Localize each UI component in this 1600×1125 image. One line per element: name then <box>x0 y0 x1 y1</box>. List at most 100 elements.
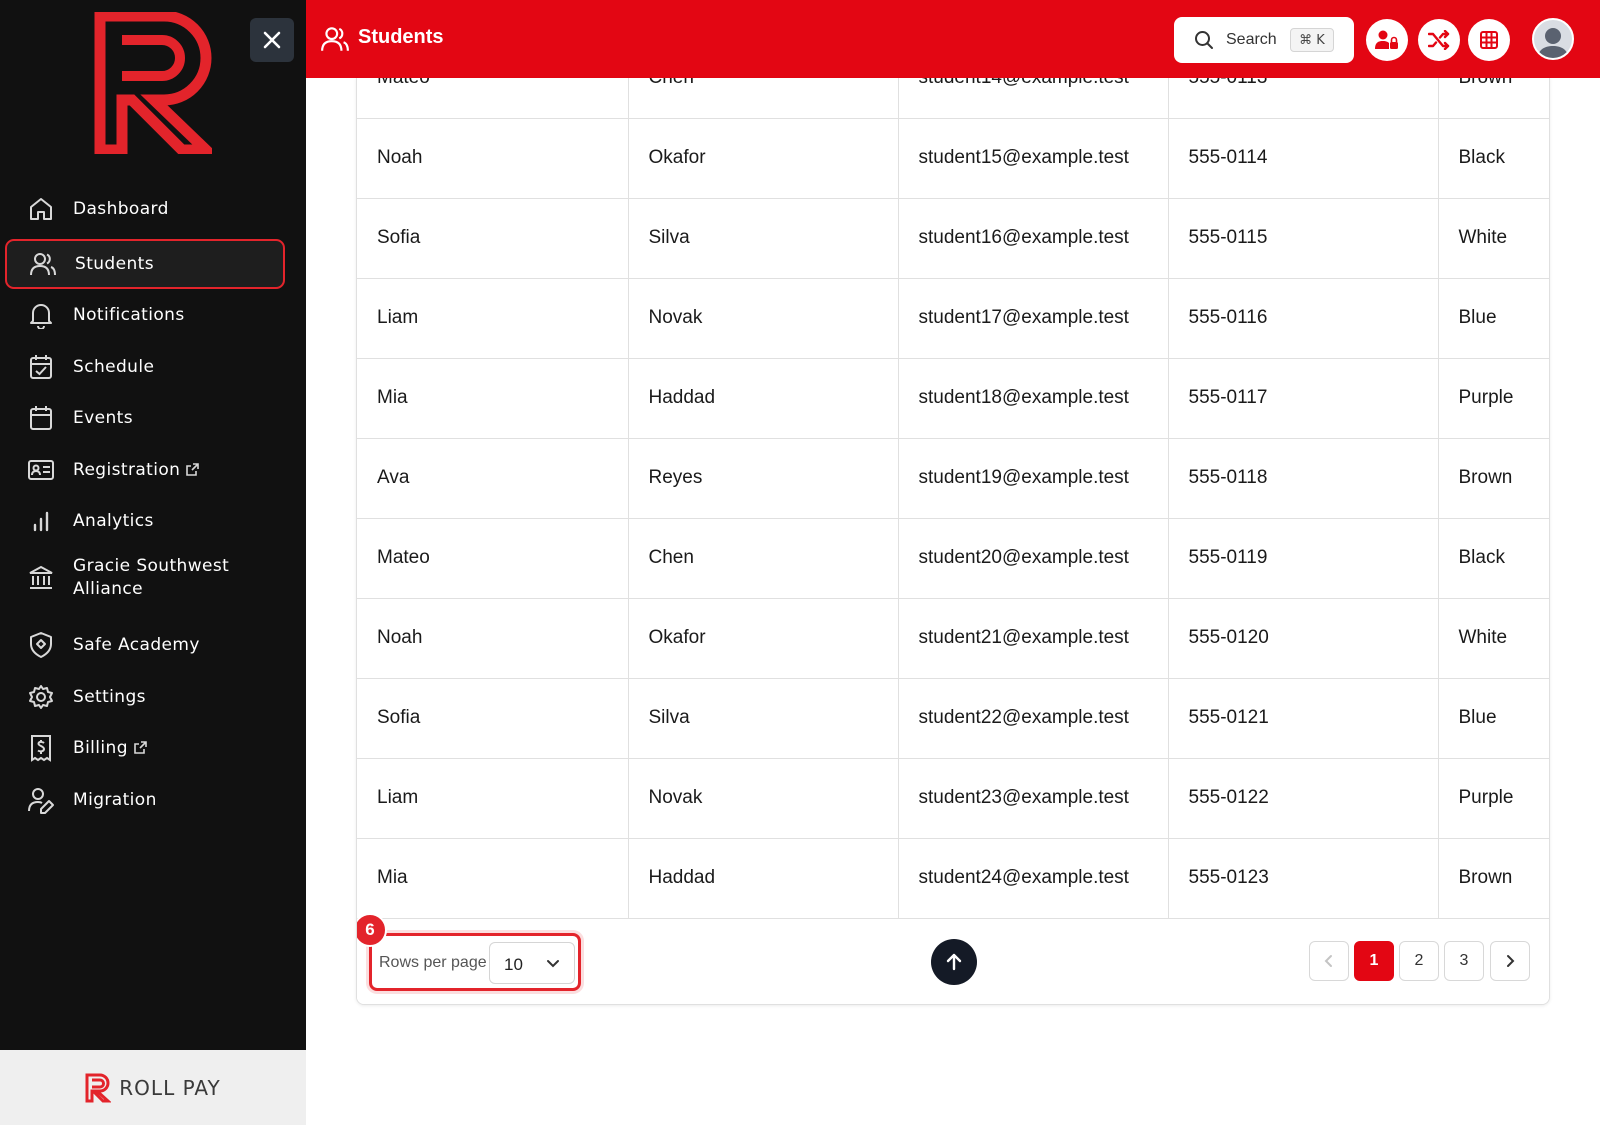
belt-cell: Blue <box>1438 678 1549 759</box>
sidebar-item-label: Analytics <box>73 510 154 531</box>
first-name-cell: Ava <box>357 438 629 519</box>
belt-cell: Purple <box>1438 758 1549 839</box>
page-button-1[interactable]: 1 <box>1354 941 1394 981</box>
phone-cell: 555-0123 <box>1168 838 1439 919</box>
sidebar-item-safe-academy[interactable]: Safe Academy <box>5 620 285 670</box>
email-cell: student14@example.test <box>898 78 1169 119</box>
arrow-up-icon <box>946 953 962 971</box>
phone-cell: 555-0117 <box>1168 358 1439 439</box>
grid-button[interactable] <box>1468 19 1510 61</box>
chevron-down-icon <box>547 960 559 968</box>
sidebar-item-settings[interactable]: Settings <box>5 672 285 722</box>
last-name-cell: Silva <box>628 198 899 279</box>
table-row[interactable]: Liam Novak student23@example.test 555-0122 P… <box>357 758 1549 839</box>
rollpay-logo <box>94 12 212 154</box>
first-name-cell: Sofia <box>357 198 629 279</box>
sidebar-item-events[interactable]: Events <box>5 393 285 443</box>
table-row[interactable]: Mateo Chen student20@example.test 555-0119 B… <box>357 518 1549 599</box>
table-row[interactable]: MateoChenstudent14@example.test555-0113B… <box>357 78 1549 119</box>
sidebar-item-label: Billing <box>73 737 147 760</box>
first-name-cell: Noah <box>357 118 629 199</box>
last-name-cell: Haddad <box>628 358 899 439</box>
sidebar-item-analytics[interactable]: Analytics <box>5 496 285 546</box>
bank-icon <box>26 563 56 593</box>
sidebar-item-students[interactable]: Students <box>5 239 285 289</box>
next-page-button[interactable] <box>1490 941 1530 981</box>
avatar[interactable] <box>1532 18 1574 60</box>
search-icon <box>1195 31 1213 49</box>
sidebar-item-label: Dashboard <box>73 198 169 219</box>
table-row[interactable]: Sofia Silva student22@example.test 555-0121… <box>357 678 1549 759</box>
footer-brand: ROLL PAY <box>119 1075 221 1100</box>
scroll-to-top-button[interactable] <box>931 939 977 985</box>
user-lock-button[interactable] <box>1366 19 1408 61</box>
first-name-cell: Noah <box>357 598 629 679</box>
sidebar-item-schedule[interactable]: Schedule <box>5 342 285 392</box>
phone-cell: 555-0122 <box>1168 758 1439 839</box>
home-icon <box>26 194 56 224</box>
belt-cell: Brown <box>1438 838 1549 919</box>
calendar-icon <box>26 403 56 433</box>
table-row[interactable]: Sofia Silva student16@example.test 555-0115… <box>357 198 1549 279</box>
last-name-cell: Chen <box>628 518 899 599</box>
phone-cell: 555-0120 <box>1168 598 1439 679</box>
first-name-cell: Mateo <box>357 78 629 119</box>
first-name-cell: Sofia <box>357 678 629 759</box>
users-icon <box>28 249 58 279</box>
rows-per-page-select[interactable]: 10 <box>489 942 575 984</box>
table-row[interactable]: Mia Haddad student24@example.test 555-0123 B… <box>357 838 1549 919</box>
sidebar-item-label: Settings <box>73 686 146 707</box>
dollar-receipt-icon <box>26 733 56 763</box>
table-row[interactable]: Liam Novak student17@example.test 555-0116 B… <box>357 278 1549 359</box>
search-button[interactable]: Search ⌘ K <box>1174 17 1354 63</box>
page-button-3[interactable]: 3 <box>1444 941 1484 981</box>
sidebar-item-label: Migration <box>73 789 157 810</box>
students-table: Mateo Chen student14@example.test555-0113 B… <box>357 78 1549 919</box>
top-header: Students Search ⌘ K <box>306 0 1600 78</box>
email-cell: student18@example.test <box>898 358 1169 439</box>
rows-per-page-label: Rows per page <box>379 954 487 971</box>
rows-per-page-value: 10 <box>504 955 523 974</box>
phone-cell: 555-0113 <box>1168 78 1439 119</box>
table-row[interactable]: Mia Haddad student18@example.test 555-0117 P… <box>357 358 1549 439</box>
page-button-2[interactable]: 2 <box>1399 941 1439 981</box>
last-name-cell: Novak <box>628 758 899 839</box>
last-name-cell: Silva <box>628 678 899 759</box>
external-link-icon <box>134 740 147 754</box>
shuffle-button[interactable] <box>1418 19 1460 61</box>
chevron-right-icon <box>1507 955 1515 967</box>
sidebar-item-label: Notifications <box>73 304 185 325</box>
table-footer: Rows per page 10 6 1 2 3 <box>357 913 1549 1004</box>
email-cell: student17@example.test <box>898 278 1169 359</box>
shuffle-icon <box>1428 30 1450 50</box>
sidebar-item-gracie-southwest-alliance[interactable]: Gracie Southwest Alliance <box>5 549 285 607</box>
chevron-left-icon <box>1324 955 1332 967</box>
close-icon <box>263 31 281 49</box>
sidebar-item-label: Gracie Southwest Alliance <box>73 556 230 599</box>
sidebar-item-label: Schedule <box>73 356 155 377</box>
sidebar-item-registration[interactable]: Registration <box>5 445 285 495</box>
belt-cell: Purple <box>1438 358 1549 439</box>
email-cell: student20@example.test <box>898 518 1169 599</box>
sidebar-item-dashboard[interactable]: Dashboard <box>5 184 285 234</box>
table-row[interactable]: Noah Okafor student15@example.test 555-0114… <box>357 118 1549 199</box>
phone-cell: 555-0121 <box>1168 678 1439 759</box>
last-name-cell: Novak <box>628 278 899 359</box>
sidebar-footer: ROLL PAY <box>0 1050 306 1125</box>
grid-icon <box>1480 31 1498 49</box>
first-name-cell: Liam <box>357 278 629 359</box>
sidebar-item-migration[interactable]: Migration <box>5 775 285 825</box>
first-name-cell: Liam <box>357 758 629 839</box>
belt-cell: Black <box>1438 518 1549 599</box>
table-row[interactable]: Noah Okafor student21@example.test 555-0120… <box>357 598 1549 679</box>
sidebar-item-billing[interactable]: Billing <box>5 723 285 773</box>
sidebar-item-label: Events <box>73 407 133 428</box>
email-cell: student15@example.test <box>898 118 1169 199</box>
email-cell: student16@example.test <box>898 198 1169 279</box>
sidebar-item-label: Registration <box>73 459 200 482</box>
belt-cell: White <box>1438 598 1549 679</box>
prev-page-button[interactable] <box>1309 941 1349 981</box>
table-row[interactable]: Ava Reyes student19@example.test 555-0118 Br… <box>357 438 1549 519</box>
close-sidebar-button[interactable] <box>250 18 294 62</box>
sidebar-item-notifications[interactable]: Notifications <box>5 290 285 340</box>
